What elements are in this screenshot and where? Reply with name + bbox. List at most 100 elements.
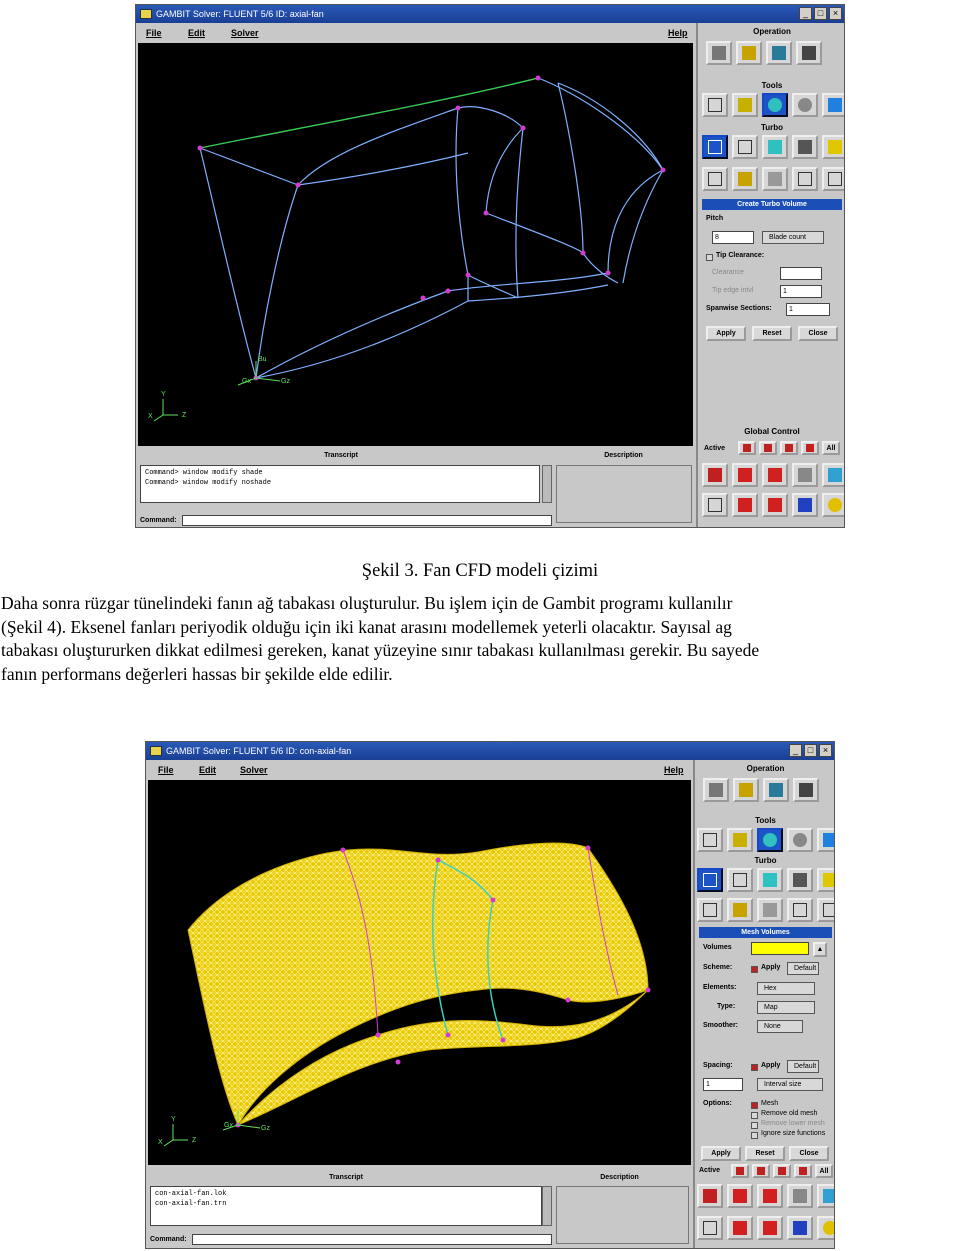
- active-edges-button[interactable]: [752, 1164, 770, 1178]
- tip-edge-radio[interactable]: Tip edge intvl: [712, 287, 753, 294]
- zoom-button[interactable]: [817, 1216, 834, 1240]
- transcript-scrollbar[interactable]: [542, 465, 552, 503]
- sizing-function-button[interactable]: [732, 93, 758, 117]
- menu-help[interactable]: Help: [664, 765, 684, 775]
- turbo-edit-button[interactable]: [727, 868, 753, 892]
- volumes-pick-button[interactable]: ▲: [813, 942, 827, 957]
- orient-model-button[interactable]: [757, 1184, 783, 1208]
- tip-clearance-checkbox[interactable]: [706, 254, 713, 261]
- color-button[interactable]: [792, 493, 818, 517]
- spacing-input[interactable]: 1: [703, 1078, 743, 1091]
- undo-button[interactable]: [817, 1184, 834, 1208]
- reset-button[interactable]: Reset: [745, 1146, 785, 1161]
- close-button[interactable]: Close: [798, 326, 838, 341]
- geometry-button[interactable]: [706, 41, 732, 65]
- active-faces-button[interactable]: [780, 441, 798, 455]
- transcript-scrollbar[interactable]: [542, 1186, 552, 1226]
- fit-to-window-button[interactable]: [697, 1184, 723, 1208]
- coordinate-system-button[interactable]: [702, 93, 728, 117]
- minimize-button[interactable]: _: [799, 7, 812, 20]
- turbo-mesh-button[interactable]: [727, 898, 753, 922]
- menu-edit[interactable]: Edit: [199, 765, 216, 775]
- turbo-zones-button[interactable]: [792, 135, 818, 159]
- active-all-button[interactable]: All: [815, 1164, 833, 1178]
- close-window-button[interactable]: ×: [829, 7, 842, 20]
- menu-help[interactable]: Help: [668, 28, 688, 38]
- modify-lights-button[interactable]: [732, 493, 758, 517]
- zones-button[interactable]: [763, 778, 789, 802]
- scheme-apply-checkbox[interactable]: [751, 966, 758, 973]
- turbo-link-button[interactable]: [792, 167, 818, 191]
- menu-file[interactable]: File: [146, 28, 162, 38]
- turbo-button[interactable]: [762, 93, 788, 117]
- orient-model-button[interactable]: [762, 463, 788, 487]
- mesh-checkbox[interactable]: [751, 1102, 758, 1109]
- geometry-button[interactable]: [703, 778, 729, 802]
- turbo-link-button[interactable]: [787, 898, 813, 922]
- turbo-regions-button[interactable]: [817, 868, 834, 892]
- turbo-volume-button[interactable]: [757, 868, 783, 892]
- tip-edge-input[interactable]: 1: [780, 285, 822, 298]
- modify-lights-button[interactable]: [727, 1216, 753, 1240]
- volumes-input[interactable]: [751, 942, 809, 955]
- tools-button[interactable]: [796, 41, 822, 65]
- customize-button[interactable]: [792, 93, 818, 117]
- turbo-blade-button[interactable]: [817, 898, 834, 922]
- active-all-button[interactable]: All: [822, 441, 840, 455]
- examine-mesh-button[interactable]: [762, 493, 788, 517]
- render-model-button[interactable]: [792, 463, 818, 487]
- select-pivot-button[interactable]: [732, 463, 758, 487]
- turbo-refine-button[interactable]: [757, 898, 783, 922]
- coordinate-system-button[interactable]: [697, 828, 723, 852]
- scheme-default-button[interactable]: Default: [787, 962, 819, 975]
- zones-button[interactable]: [766, 41, 792, 65]
- reset-button[interactable]: Reset: [752, 326, 792, 341]
- interval-size-dropdown[interactable]: Interval size: [757, 1078, 823, 1091]
- remove-lower-mesh-checkbox[interactable]: [751, 1122, 758, 1129]
- turbo-profile-button[interactable]: [702, 135, 728, 159]
- render-model-button[interactable]: [787, 1184, 813, 1208]
- apply-button[interactable]: Apply: [706, 326, 746, 341]
- active-geometry-button[interactable]: [738, 441, 756, 455]
- blade-count-dropdown[interactable]: Blade count: [762, 231, 824, 244]
- customize-button[interactable]: [787, 828, 813, 852]
- fit-to-window-button[interactable]: [702, 463, 728, 487]
- maximize-button[interactable]: □: [804, 744, 817, 757]
- turbo-volume-button[interactable]: [762, 135, 788, 159]
- elements-dropdown[interactable]: Hex: [757, 982, 815, 995]
- examine-mesh-button[interactable]: [757, 1216, 783, 1240]
- turbo-decompose-button[interactable]: [702, 167, 728, 191]
- apply-button[interactable]: Apply: [701, 1146, 741, 1161]
- mesh-button[interactable]: [733, 778, 759, 802]
- select-pivot-button[interactable]: [727, 1184, 753, 1208]
- close-button[interactable]: Close: [789, 1146, 829, 1161]
- active-faces-button[interactable]: [773, 1164, 791, 1178]
- clearance-input[interactable]: [780, 267, 822, 280]
- turbo-regions-button[interactable]: [822, 135, 844, 159]
- tools-button[interactable]: [793, 778, 819, 802]
- menu-solver[interactable]: Solver: [240, 765, 268, 775]
- remove-old-mesh-checkbox[interactable]: [751, 1112, 758, 1119]
- mesh-button[interactable]: [736, 41, 762, 65]
- color-button[interactable]: [787, 1216, 813, 1240]
- spacing-apply-checkbox[interactable]: [751, 1064, 758, 1071]
- clearance-radio[interactable]: Clearance: [712, 269, 744, 276]
- active-edges-button[interactable]: [759, 441, 777, 455]
- turbo-decompose-button[interactable]: [697, 898, 723, 922]
- active-volumes-button[interactable]: [794, 1164, 812, 1178]
- turbo-profile-button[interactable]: [697, 868, 723, 892]
- turbo-edit-button[interactable]: [732, 135, 758, 159]
- menu-solver[interactable]: Solver: [231, 28, 259, 38]
- minimize-button[interactable]: _: [789, 744, 802, 757]
- specify-display-button[interactable]: [702, 493, 728, 517]
- zoom-button[interactable]: [822, 493, 844, 517]
- maximize-button[interactable]: □: [814, 7, 827, 20]
- smoother-dropdown[interactable]: None: [757, 1020, 803, 1033]
- active-volumes-button[interactable]: [801, 441, 819, 455]
- plug-in-button[interactable]: [817, 828, 834, 852]
- graphics-viewport[interactable]: Bu Gx Gz Y X Z: [138, 43, 693, 446]
- command-input[interactable]: [182, 515, 552, 526]
- menu-edit[interactable]: Edit: [188, 28, 205, 38]
- graphics-viewport[interactable]: Gx Gz Y X Z: [148, 780, 691, 1165]
- undo-button[interactable]: [822, 463, 844, 487]
